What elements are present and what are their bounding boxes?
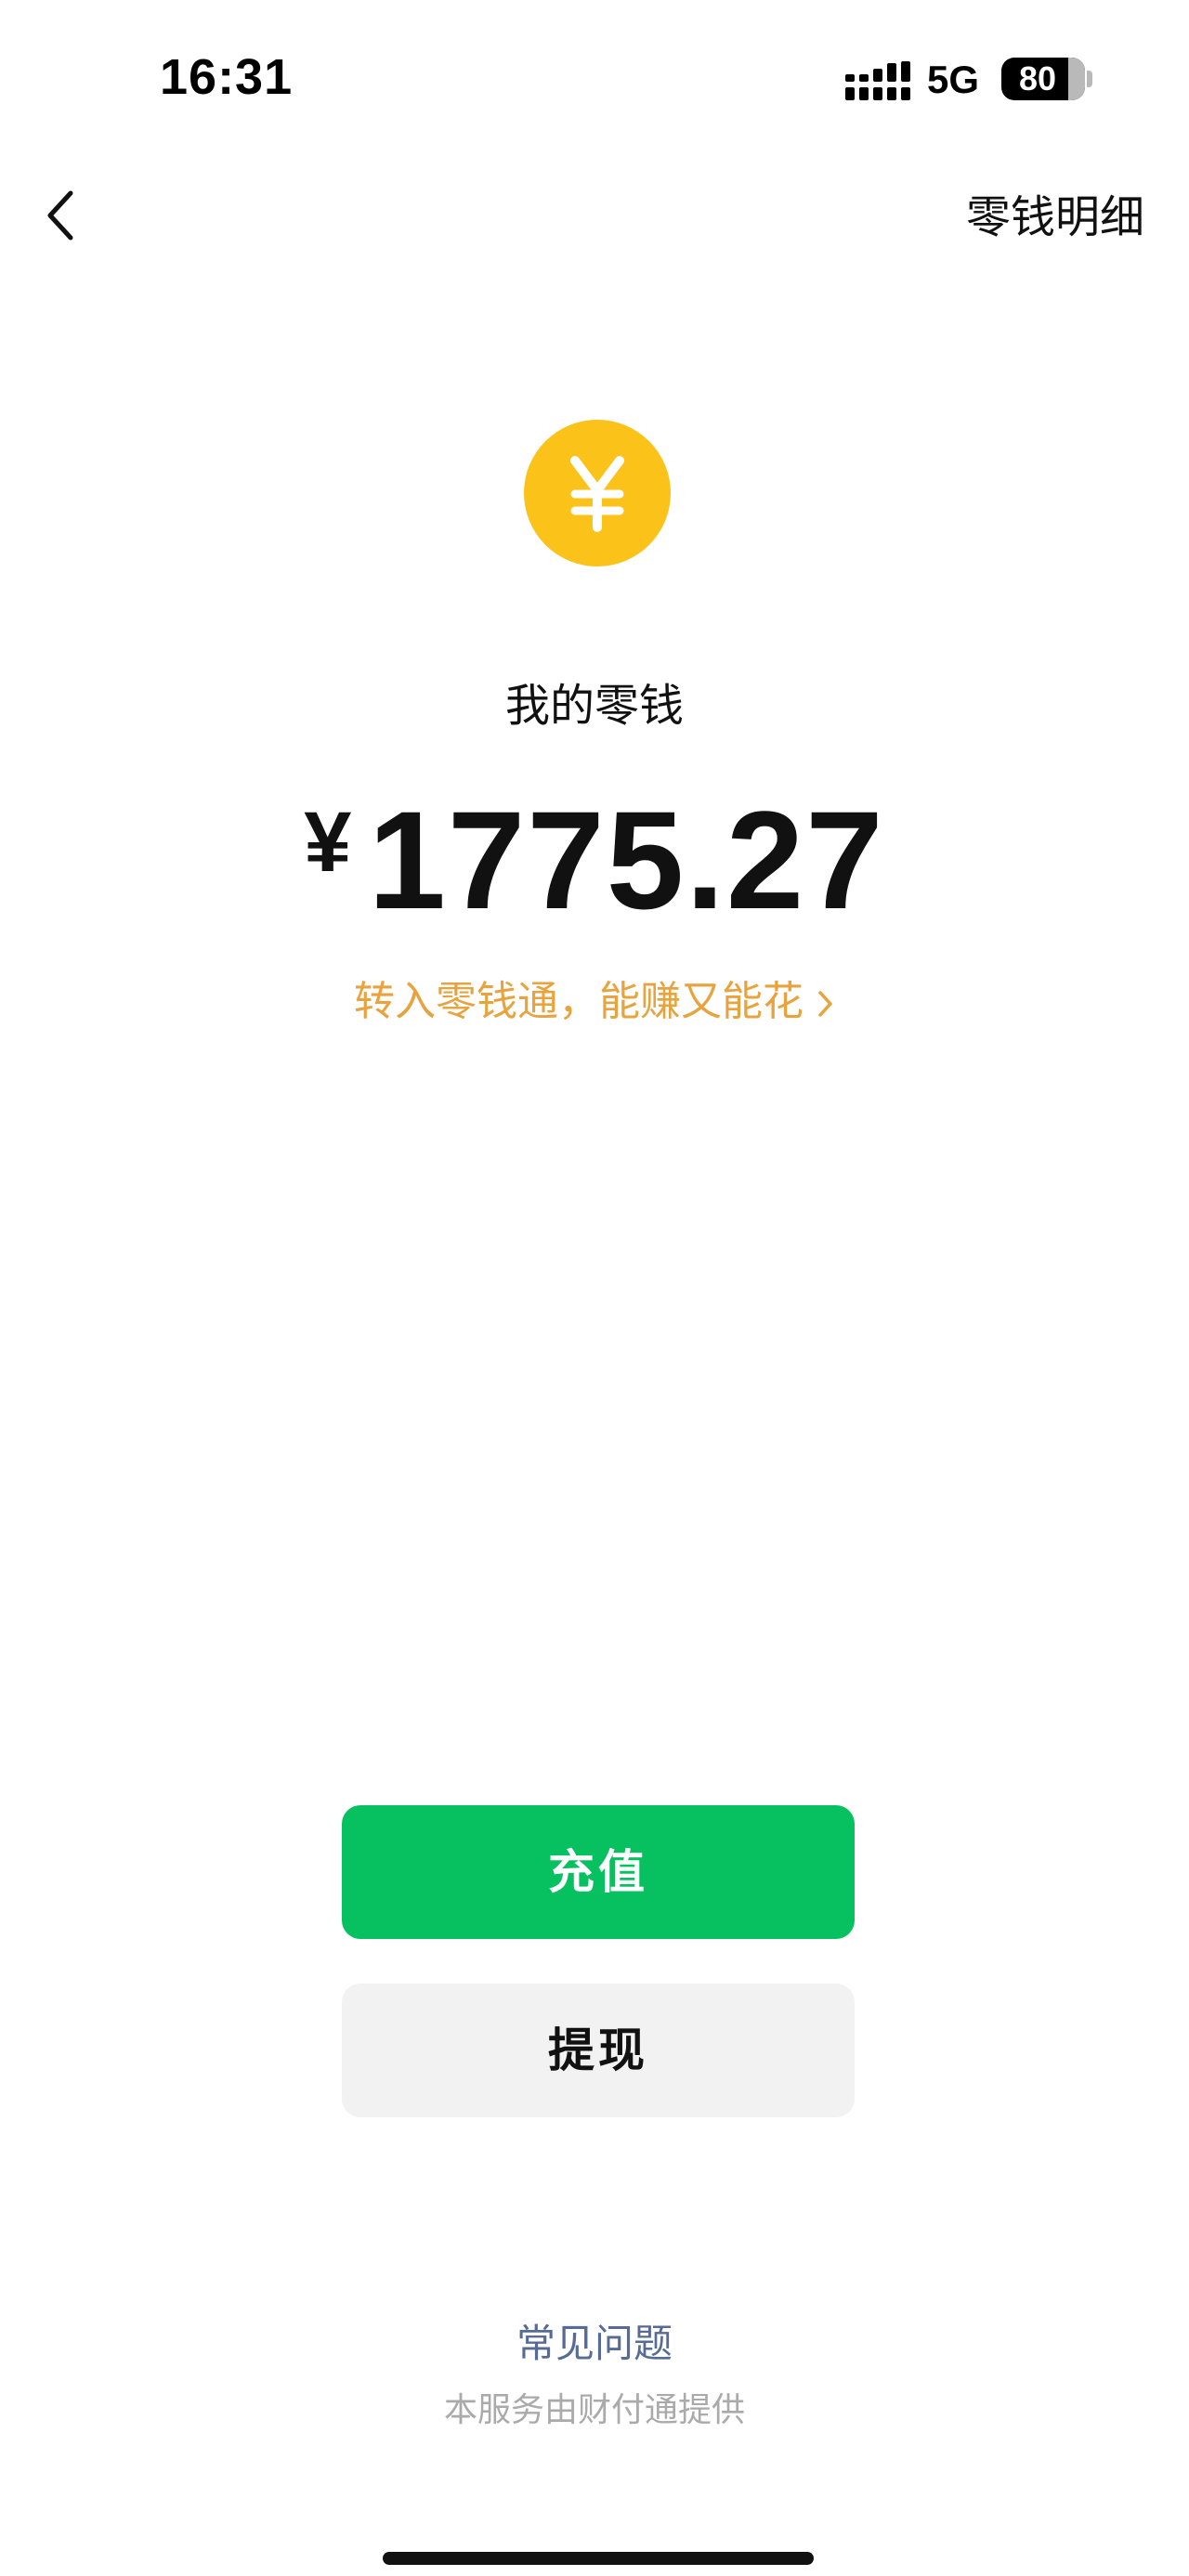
topup-button[interactable]: 充值 xyxy=(342,1805,855,1939)
battery-level: 80 xyxy=(1018,59,1057,98)
chevron-left-icon xyxy=(47,190,73,241)
balance-amount: ¥1775.27 xyxy=(0,780,1189,941)
balance-value: 1775.27 xyxy=(368,782,885,938)
currency-symbol: ¥ xyxy=(304,795,352,890)
balance-label: 我的零钱 xyxy=(504,680,684,732)
yuan-symbol-icon xyxy=(570,456,624,532)
balance-details-link[interactable]: 零钱明细 xyxy=(966,180,1144,245)
status-bar: 16:31 5G 80 xyxy=(0,0,1189,149)
yuan-coin-icon xyxy=(524,420,671,566)
promo-text: 转入零钱通，能赚又能花 xyxy=(354,978,804,1025)
service-provider-text: 本服务由财付通提供 xyxy=(443,2391,745,2429)
chevron-right-icon xyxy=(818,991,832,1017)
battery-icon: 80 xyxy=(1001,58,1085,100)
status-time: 16:31 xyxy=(160,49,294,105)
cellular-signal-icon xyxy=(845,61,910,100)
back-button[interactable] xyxy=(28,173,102,256)
withdraw-button[interactable]: 提现 xyxy=(342,1984,855,2117)
home-indicator[interactable] xyxy=(383,2552,814,2565)
battery-tip xyxy=(1087,71,1092,87)
network-type: 5G xyxy=(927,58,980,101)
nav-bar: 零钱明细 xyxy=(0,158,1189,269)
faq-link[interactable]: 常见问题 xyxy=(0,2312,1189,2369)
transfer-to-lingqiantong-link[interactable]: 转入零钱通，能赚又能花 xyxy=(0,968,1189,1027)
